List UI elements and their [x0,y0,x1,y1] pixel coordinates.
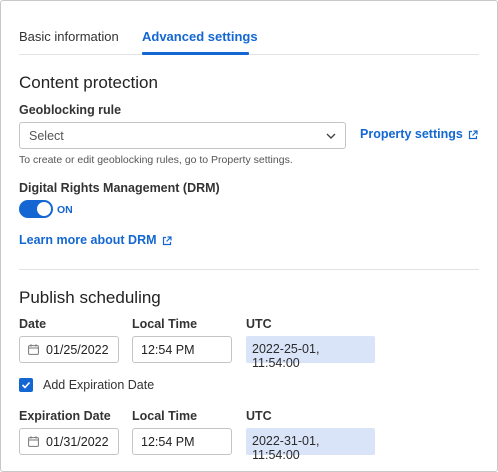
publish-scheduling-heading: Publish scheduling [19,288,161,307]
publish-date-value: 01/25/2022 [46,343,109,357]
publish-date-input[interactable]: 01/25/2022 [19,336,119,363]
property-settings-link[interactable]: Property settings [360,127,478,141]
expiration-date-value: 01/31/2022 [46,435,109,449]
geoblocking-helper-text: To create or edit geoblocking rules, go … [19,154,293,166]
active-tab-indicator [142,52,249,55]
chevron-down-icon [326,133,336,139]
learn-more-drm-label: Learn more about DRM [19,233,157,247]
local-time-label: Local Time [132,317,198,331]
checkmark-icon [21,381,31,389]
date-label: Date [19,317,47,331]
tab-basic-information[interactable]: Basic information [19,29,119,44]
calendar-icon [28,344,39,355]
publish-utc-value: 2022-25-01, 11:54:00 [246,336,375,370]
expiration-date-input[interactable]: 01/31/2022 [19,428,119,455]
geoblocking-select-value: Select [29,129,64,143]
drm-toggle-knob [37,202,51,216]
drm-toggle-state: ON [57,204,73,216]
external-link-icon [162,236,172,245]
expiration-time-value: 12:54 PM [141,435,195,449]
tab-advanced-settings[interactable]: Advanced settings [142,29,258,44]
expiration-date-label: Expiration Date [19,409,111,423]
drm-toggle[interactable] [19,200,53,218]
settings-panel: Basic information Advanced settings Cont… [0,0,498,472]
external-link-icon [468,130,478,139]
geoblocking-select[interactable]: Select [19,122,346,149]
tab-bar: Basic information Advanced settings [19,1,479,55]
publish-time-input[interactable]: 12:54 PM [132,336,232,363]
utc-label: UTC [246,317,272,331]
property-settings-link-label: Property settings [360,127,463,141]
expiration-local-time-label: Local Time [132,409,198,423]
expiration-utc-value: 2022-31-01, 11:54:00 [246,428,375,462]
expiration-time-input[interactable]: 12:54 PM [132,428,232,455]
geoblocking-rule-label: Geoblocking rule [19,103,122,117]
publish-time-value: 12:54 PM [141,343,195,357]
content-protection-heading: Content protection [19,73,158,92]
calendar-icon [28,436,39,447]
drm-label: Digital Rights Management (DRM) [19,181,220,195]
expiration-utc-label: UTC [246,409,272,423]
learn-more-drm-link[interactable]: Learn more about DRM [19,233,172,247]
add-expiration-checkbox[interactable] [19,378,33,392]
section-divider [19,269,479,270]
add-expiration-label: Add Expiration Date [43,378,155,392]
